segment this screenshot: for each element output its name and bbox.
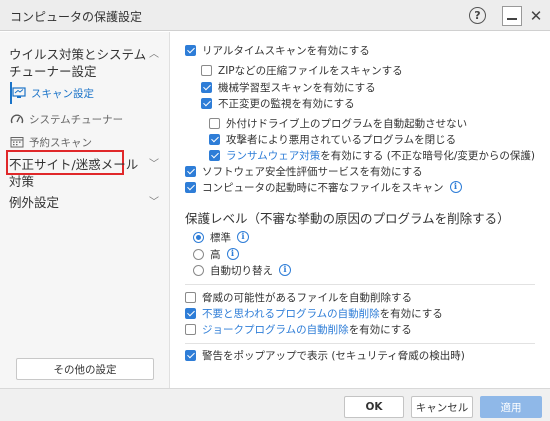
checkbox[interactable] xyxy=(185,307,196,319)
divider xyxy=(185,284,535,285)
gauge-icon xyxy=(10,113,24,125)
level-standard[interactable]: 標準 i xyxy=(193,229,249,245)
checkbox[interactable] xyxy=(185,44,196,56)
option-label: ソフトウェア安全性評価サービスを有効にする xyxy=(202,165,423,178)
chevron-up-icon: ︿ xyxy=(149,49,159,60)
option-label: を有効にする xyxy=(379,307,443,320)
nav-group-exceptions-label: 例外設定 xyxy=(9,195,60,210)
apply-button[interactable]: 適用 xyxy=(480,396,542,418)
option-label: 攻撃者により悪用されているプログラムを閉じる xyxy=(226,133,457,146)
divider xyxy=(185,343,535,344)
sidebar-item-system-tuner[interactable]: システムチューナー xyxy=(10,108,155,130)
title-bar: コンピュータの保護設定 ? ✕ xyxy=(0,0,550,31)
checkbox[interactable] xyxy=(201,81,212,93)
chevron-down-icon: ﹀ xyxy=(149,197,159,208)
option-auto-delete-threat[interactable]: 脅威の可能性があるファイルを自動削除する xyxy=(185,289,412,305)
info-icon[interactable]: i xyxy=(237,231,249,243)
checkbox[interactable] xyxy=(185,291,196,303)
checkbox[interactable] xyxy=(185,165,196,177)
radio-button[interactable] xyxy=(193,231,204,243)
checkbox[interactable] xyxy=(201,97,212,109)
option-tamper-monitor[interactable]: 不正変更の監視を有効にする xyxy=(201,95,355,111)
option-label: リアルタイムスキャンを有効にする xyxy=(202,44,370,57)
level-label: 自動切り替え xyxy=(210,264,273,277)
sidebar-item-label: システムチューナー xyxy=(29,113,124,126)
footer: OK キャンセル 適用 xyxy=(0,388,550,421)
option-ml-scan[interactable]: 機械学習型スキャンを有効にする xyxy=(201,79,376,95)
ransomware-link[interactable]: ランサムウェア対策 xyxy=(226,148,320,163)
option-close-exploited[interactable]: 攻撃者により悪用されているプログラムを閉じる xyxy=(209,131,456,147)
option-label: 機械学習型スキャンを有効にする xyxy=(218,81,376,94)
sidebar-item-scan-settings[interactable]: スキャン設定 xyxy=(10,82,155,104)
option-label: 外付けドライブ上のプログラムを自動起動させない xyxy=(226,117,468,130)
cancel-button[interactable]: キャンセル xyxy=(411,396,473,418)
pua-link[interactable]: 不要と思われるプログラムの自動削除 xyxy=(202,306,380,321)
option-ransomware[interactable]: ランサムウェア対策 を有効にする (不正な暗号化/変更からの保護) xyxy=(209,147,535,163)
protection-level-title: 保護レベル（不審な挙動の原因のプログラムを削除する） xyxy=(185,211,510,226)
checkbox[interactable] xyxy=(209,133,220,145)
checkbox[interactable] xyxy=(185,181,196,193)
nav-group-web-mail-label-2: 対策 xyxy=(9,174,35,189)
info-icon[interactable]: i xyxy=(279,264,291,276)
close-button[interactable]: ✕ xyxy=(526,6,546,26)
option-auto-delete-joke[interactable]: ジョークプログラムの自動削除 を有効にする xyxy=(185,321,412,337)
radio-button[interactable] xyxy=(193,264,204,276)
joke-link[interactable]: ジョークプログラムの自動削除 xyxy=(202,322,349,337)
option-auto-delete-pua[interactable]: 不要と思われるプログラムの自動削除 を有効にする xyxy=(185,305,443,321)
main-panel: リアルタイムスキャンを有効にする ZIPなどの圧縮ファイルをスキャンする 機械学… xyxy=(171,32,550,388)
nav-group-web-mail-label-1: 不正サイト/迷惑メール xyxy=(9,157,139,172)
checkbox[interactable] xyxy=(209,117,220,129)
nav-group-web-mail[interactable]: 不正サイト/迷惑メール 対策 ﹀ xyxy=(9,156,159,190)
option-safety-rating[interactable]: ソフトウェア安全性評価サービスを有効にする xyxy=(185,163,423,179)
sidebar-item-label: 予約スキャン xyxy=(29,136,92,149)
nav-group-antivirus-label-2: チューナー設定 xyxy=(9,64,97,79)
option-label: コンピュータの起動時に不審なファイルをスキャン xyxy=(202,181,444,194)
help-button[interactable]: ? xyxy=(469,7,486,24)
level-auto[interactable]: 自動切り替え i xyxy=(193,262,291,278)
option-popup-warning[interactable]: 警告をポップアップで表示 (セキュリティ脅威の検出時) xyxy=(185,347,465,363)
info-icon[interactable]: i xyxy=(449,181,462,193)
other-settings-button[interactable]: その他の設定 xyxy=(16,358,154,380)
minimize-button[interactable] xyxy=(502,6,522,26)
option-zip-scan[interactable]: ZIPなどの圧縮ファイルをスキャンする xyxy=(201,62,403,78)
checkbox[interactable] xyxy=(185,349,196,361)
sidebar-item-label: スキャン設定 xyxy=(31,87,94,100)
calendar-icon xyxy=(10,136,24,148)
option-label: 脅威の可能性があるファイルを自動削除する xyxy=(202,291,412,304)
radio-button[interactable] xyxy=(193,248,204,260)
info-icon[interactable]: i xyxy=(226,248,239,260)
minimize-icon xyxy=(507,18,517,20)
window-title: コンピュータの保護設定 xyxy=(10,10,143,24)
checkbox[interactable] xyxy=(209,149,220,161)
ok-button[interactable]: OK xyxy=(344,396,404,418)
option-label: ZIPなどの圧縮ファイルをスキャンする xyxy=(218,64,403,77)
checkbox[interactable] xyxy=(201,64,212,76)
nav-group-antivirus[interactable]: ウイルス対策とシステム チューナー設定 ︿ xyxy=(9,46,159,80)
nav-group-exceptions[interactable]: 例外設定 ﹀ xyxy=(9,194,159,211)
option-realtime-scan[interactable]: リアルタイムスキャンを有効にする xyxy=(185,42,370,58)
option-startup-scan[interactable]: コンピュータの起動時に不審なファイルをスキャン i xyxy=(185,179,462,195)
option-label: を有効にする xyxy=(348,323,412,336)
level-high[interactable]: 高i xyxy=(193,246,239,262)
checkbox[interactable] xyxy=(185,323,196,335)
level-label: 標準 xyxy=(210,231,231,244)
scan-monitor-icon xyxy=(12,87,26,99)
level-label: 高 xyxy=(210,248,221,261)
option-label: 不正変更の監視を有効にする xyxy=(218,97,355,110)
option-label: を有効にする (不正な暗号化/変更からの保護) xyxy=(320,149,535,162)
option-label: 警告をポップアップで表示 (セキュリティ脅威の検出時) xyxy=(202,349,465,362)
nav-group-antivirus-label-1: ウイルス対策とシステム xyxy=(9,47,147,62)
option-external-drive[interactable]: 外付けドライブ上のプログラムを自動起動させない xyxy=(209,115,467,131)
chevron-down-icon: ﹀ xyxy=(149,159,159,170)
sidebar: ウイルス対策とシステム チューナー設定 ︿ スキャン設定 システムチューナー 予… xyxy=(0,32,170,388)
